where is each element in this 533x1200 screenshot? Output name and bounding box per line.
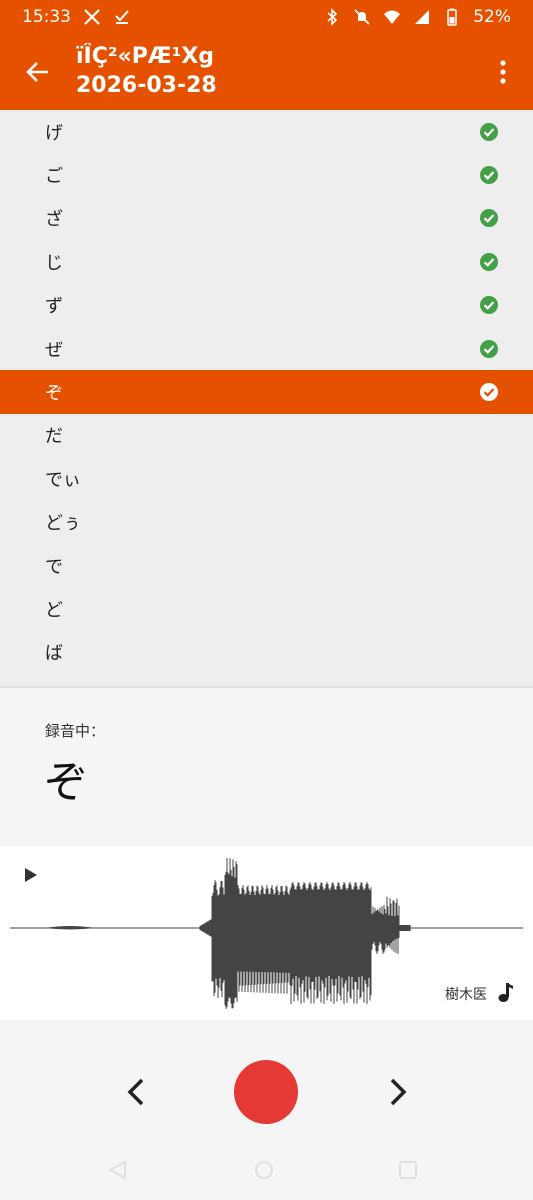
chevron-right-icon <box>390 1078 407 1106</box>
list-item-label: で <box>45 556 63 578</box>
list-item[interactable]: ど <box>0 587 533 630</box>
x-app-icon <box>84 9 100 25</box>
list-item[interactable]: でぃ <box>0 457 533 500</box>
battery-icon <box>447 8 457 26</box>
record-button[interactable] <box>234 1060 298 1124</box>
list-item[interactable]: ざ <box>0 197 533 240</box>
list-item[interactable]: ぜ <box>0 327 533 370</box>
record-controls <box>0 1020 533 1200</box>
check-circle-icon <box>480 296 498 315</box>
list-item[interactable]: ぞ <box>0 370 533 414</box>
list-item[interactable]: げ <box>0 110 533 153</box>
list-item[interactable]: じ <box>0 240 533 283</box>
nav-recents-icon <box>399 1161 417 1179</box>
chevron-left-icon <box>127 1078 144 1106</box>
page-subtitle-date: 2026-03-28 <box>76 73 217 98</box>
list-item[interactable]: ご <box>0 153 533 196</box>
list-item-label: でぃ <box>45 469 81 491</box>
list-item-label: げ <box>45 122 63 144</box>
list-item-label: どぅ <box>45 513 81 535</box>
page-title: ïÎÇ²«PÆ¹Xg <box>76 44 215 69</box>
check-circle-icon <box>480 166 498 185</box>
play-icon[interactable] <box>20 865 40 885</box>
music-note-icon[interactable] <box>495 981 515 1003</box>
list-item[interactable]: どぅ <box>0 501 533 544</box>
signal-icon <box>415 10 430 24</box>
recording-panel: 録音中： ぞ <box>0 688 533 846</box>
status-bar: 15:33 52% <box>0 0 533 34</box>
nav-home-icon <box>255 1161 273 1179</box>
syllable-list: げござじずぜぞだでぃどぅでどば <box>0 110 533 686</box>
system-nav-bar <box>107 1160 417 1180</box>
check-circle-icon <box>480 209 498 228</box>
more-vert-icon <box>500 60 506 84</box>
list-item-label: ご <box>45 166 63 188</box>
speaker-name: 樹木医 <box>445 987 487 1003</box>
bluetooth-icon <box>327 8 338 26</box>
status-time: 15:33 <box>22 7 71 27</box>
next-button[interactable] <box>380 1072 416 1112</box>
wifi-icon <box>384 10 401 24</box>
waveform-panel: 樹木医 <box>0 847 533 1020</box>
list-item-label: ざ <box>45 209 63 231</box>
list-item-label: じ <box>45 252 63 274</box>
mute-icon <box>354 9 370 25</box>
check-circle-icon <box>480 122 498 141</box>
recording-label: 録音中： <box>45 722 106 740</box>
list-item-label: ば <box>45 643 63 665</box>
nav-back-icon <box>107 1160 126 1180</box>
list-item[interactable]: ば <box>0 631 533 674</box>
previous-button[interactable] <box>118 1072 154 1112</box>
list-item-label: ど <box>45 599 63 621</box>
recording-current-syllable: ぞ <box>44 757 88 808</box>
list-item-label: ぞ <box>45 383 63 405</box>
check-circle-icon <box>480 252 498 271</box>
list-item[interactable]: で <box>0 544 533 587</box>
list-item[interactable]: ず <box>0 284 533 327</box>
battery-percent: 52% <box>473 7 511 27</box>
download-done-icon <box>115 10 129 24</box>
list-item[interactable]: だ <box>0 414 533 457</box>
back-button[interactable] <box>0 34 76 110</box>
list-item-label: ぜ <box>45 339 63 361</box>
overflow-menu-button[interactable] <box>473 34 533 110</box>
arrow-back-icon <box>26 62 48 82</box>
list-item-label: だ <box>45 426 63 448</box>
app-bar: ïÎÇ²«PÆ¹Xg 2026-03-28 <box>0 34 533 110</box>
check-circle-icon <box>480 339 498 358</box>
check-circle-icon <box>480 383 498 402</box>
list-item-label: ず <box>45 296 63 318</box>
